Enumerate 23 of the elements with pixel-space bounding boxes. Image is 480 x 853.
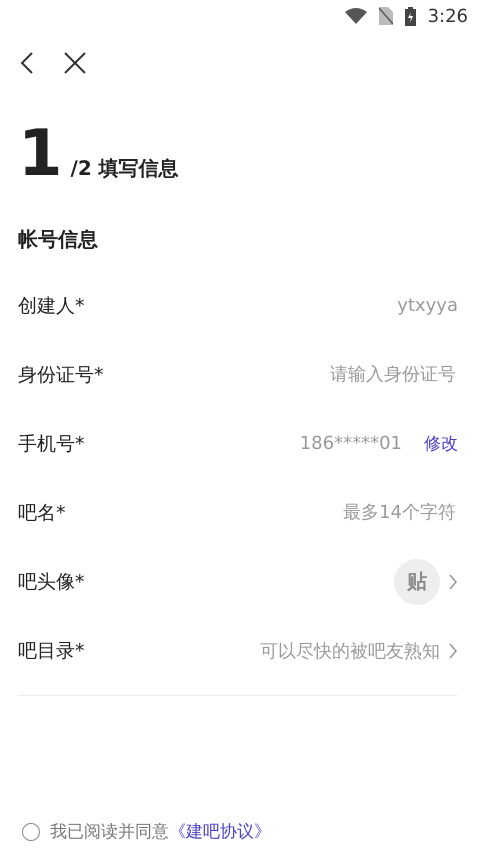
field-label: 吧名* <box>18 500 66 526</box>
close-button[interactable] <box>64 52 86 74</box>
field-label: 手机号* <box>18 432 84 456</box>
no-sim-icon <box>378 7 393 25</box>
agreement-link[interactable]: 《建吧协议》 <box>169 822 271 842</box>
back-button[interactable] <box>20 51 34 75</box>
agree-radio[interactable] <box>22 822 40 840</box>
step-number: 1 <box>18 126 63 182</box>
field-label: 吧头像* <box>18 570 84 594</box>
edit-link[interactable]: 修改 <box>424 432 458 455</box>
field-value: ytxyya <box>397 295 458 316</box>
chevron-right-icon <box>448 642 458 660</box>
section-title: 帐号信息 <box>17 226 99 253</box>
agreement-text: 我已阅读并同意《建吧协议》 <box>50 821 271 843</box>
wifi-icon <box>344 8 367 24</box>
field-label: 创建人* <box>18 294 84 318</box>
phone-number: 186*****01 <box>300 433 402 454</box>
status-time: 3:26 <box>428 6 468 26</box>
chevron-right-icon <box>448 572 458 590</box>
field-label: 吧目录* <box>18 638 84 664</box>
battery-charging-icon <box>404 6 416 26</box>
step-title: /2 填写信息 <box>70 155 179 182</box>
field-label: 身份证号* <box>18 362 104 388</box>
